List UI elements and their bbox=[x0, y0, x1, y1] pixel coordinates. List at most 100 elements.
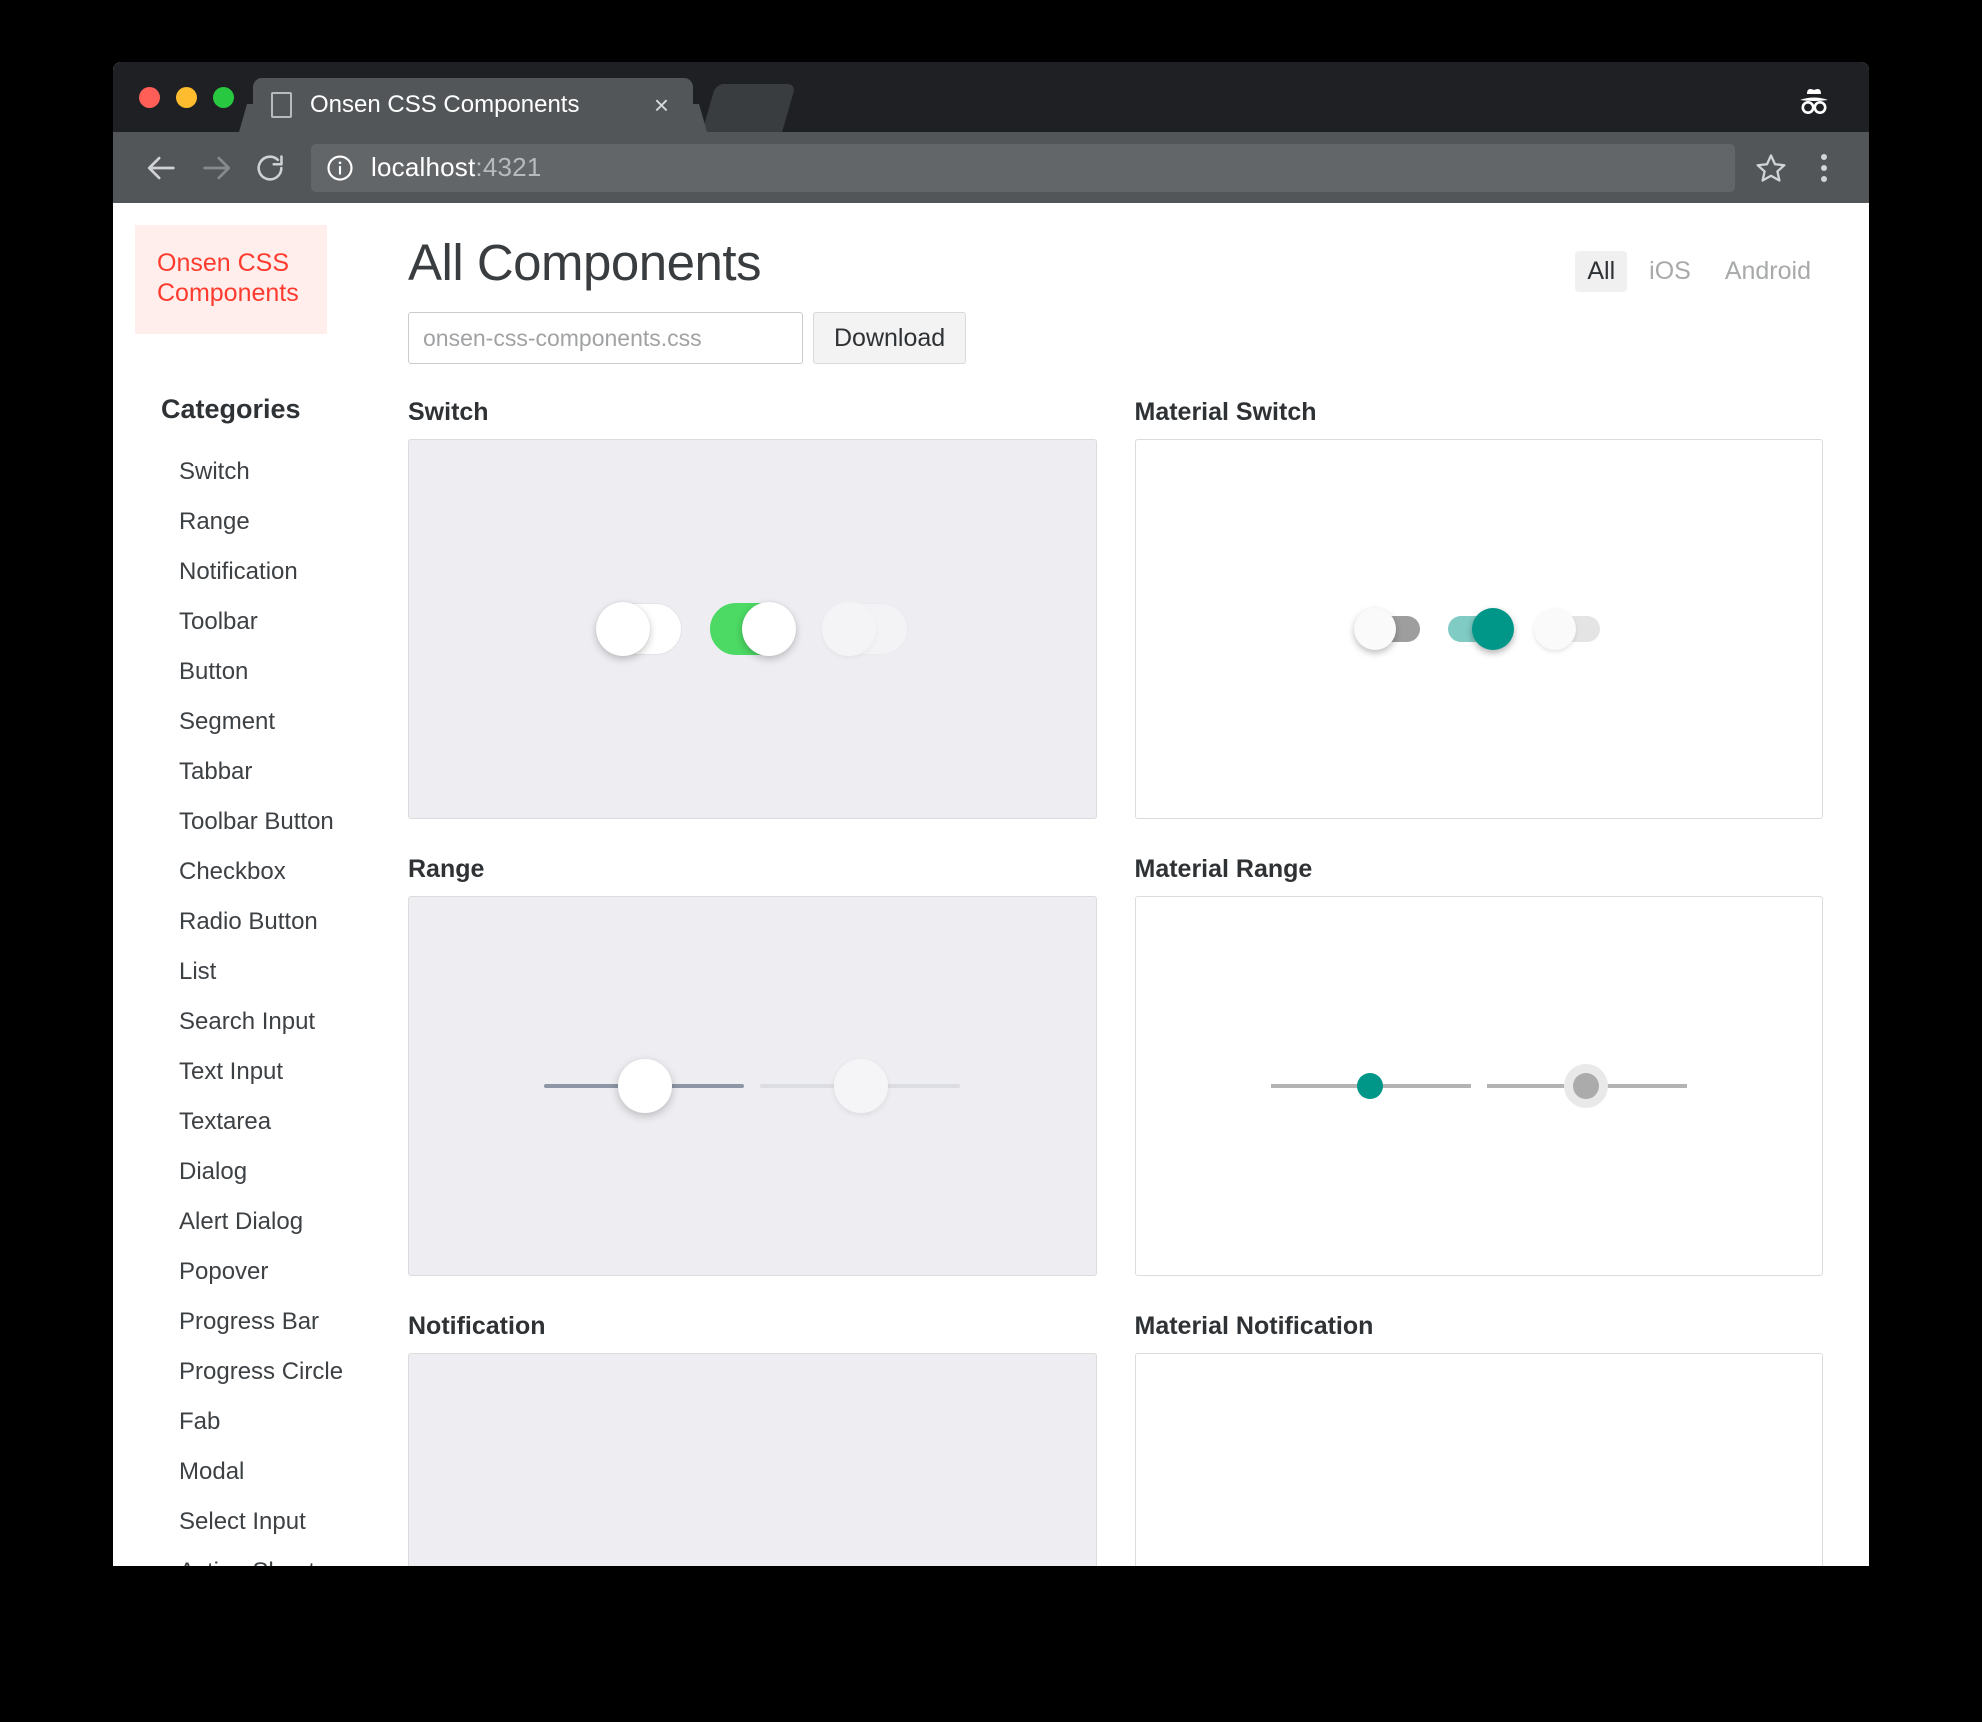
sidebar-item-segment[interactable]: Segment bbox=[135, 697, 368, 747]
sidebar-item-list[interactable]: List bbox=[135, 947, 368, 997]
sidebar-item-search-input[interactable]: Search Input bbox=[135, 997, 368, 1047]
tab-strip: Onsen CSS Components × bbox=[113, 62, 1869, 132]
tab-ios[interactable]: iOS bbox=[1637, 251, 1703, 292]
sidebar-item-range[interactable]: Range bbox=[135, 497, 368, 547]
switch-thumb bbox=[1353, 608, 1396, 650]
platform-filter-tabs: All iOS Android bbox=[1575, 251, 1823, 292]
range-thumb bbox=[1572, 1073, 1599, 1099]
close-window-button[interactable] bbox=[139, 87, 160, 108]
sidebar-item-fab[interactable]: Fab bbox=[135, 1397, 368, 1447]
address-bar[interactable]: localhost:4321 bbox=[311, 143, 1735, 192]
sidebar-item-checkbox[interactable]: Checkbox bbox=[135, 847, 368, 897]
sidebar-item-switch[interactable]: Switch bbox=[135, 447, 368, 497]
document-icon bbox=[271, 92, 292, 118]
material-range-slider-disabled bbox=[1486, 1068, 1687, 1104]
download-button[interactable]: Download bbox=[813, 312, 967, 364]
demo-box-range bbox=[408, 896, 1097, 1276]
sidebar: Onsen CSS Components Categories Switch R… bbox=[113, 203, 368, 1566]
component-grid: Switch Material Switch Range Material Ra… bbox=[408, 398, 1823, 1566]
range-thumb[interactable] bbox=[1356, 1073, 1383, 1099]
browser-toolbar: localhost:4321 bbox=[113, 132, 1869, 203]
material-switch-off[interactable] bbox=[1353, 608, 1420, 650]
download-row: Download bbox=[408, 312, 1823, 364]
close-icon[interactable]: × bbox=[648, 92, 675, 118]
section-material-switch: Material Switch bbox=[1134, 398, 1823, 849]
sidebar-item-progress-bar[interactable]: Progress Bar bbox=[135, 1297, 368, 1347]
site-info-icon[interactable] bbox=[325, 153, 355, 183]
sidebar-item-notification[interactable]: Notification bbox=[135, 547, 368, 597]
section-label-material-notification: Material Notification bbox=[1134, 1312, 1374, 1340]
section-label-range: Range bbox=[408, 855, 485, 883]
section-material-notification: Material Notification bbox=[1134, 1312, 1823, 1566]
sidebar-item-button[interactable]: Button bbox=[135, 647, 368, 697]
sidebar-item-dialog[interactable]: Dialog bbox=[135, 1147, 368, 1197]
maximize-window-button[interactable] bbox=[213, 87, 234, 108]
sidebar-item-alert-dialog[interactable]: Alert Dialog bbox=[135, 1197, 368, 1247]
menu-dot bbox=[1821, 164, 1827, 171]
ios-range-slider[interactable] bbox=[544, 1059, 745, 1113]
demo-box-material-range bbox=[1134, 896, 1823, 1276]
section-label-material-switch: Material Switch bbox=[1134, 398, 1317, 426]
minimize-window-button[interactable] bbox=[176, 87, 197, 108]
browser-window: Onsen CSS Components × localhost:4321 On… bbox=[113, 62, 1869, 1566]
section-label-notification: Notification bbox=[408, 1312, 546, 1340]
demo-box-switch bbox=[408, 439, 1097, 819]
new-tab-area[interactable] bbox=[702, 84, 796, 132]
address-bar-url: localhost:4321 bbox=[371, 152, 542, 183]
ios-switch-on[interactable] bbox=[709, 602, 796, 656]
demo-box-notification bbox=[408, 1353, 1097, 1566]
tab-android[interactable]: Android bbox=[1713, 251, 1823, 292]
forward-arrow-icon[interactable] bbox=[189, 141, 243, 195]
sidebar-item-radio-button[interactable]: Radio Button bbox=[135, 897, 368, 947]
sidebar-item-modal[interactable]: Modal bbox=[135, 1447, 368, 1497]
window-controls bbox=[139, 87, 234, 108]
switch-thumb bbox=[595, 602, 650, 656]
section-range: Range bbox=[408, 855, 1097, 1306]
range-thumb[interactable] bbox=[618, 1059, 673, 1113]
section-label-switch: Switch bbox=[408, 398, 489, 426]
ios-switch-off[interactable] bbox=[595, 602, 682, 656]
browser-tab-title: Onsen CSS Components bbox=[310, 91, 580, 118]
material-range-slider[interactable] bbox=[1270, 1068, 1471, 1104]
star-icon[interactable] bbox=[1745, 144, 1797, 192]
sidebar-item-select-input[interactable]: Select Input bbox=[135, 1497, 368, 1547]
sidebar-item-toolbar-button[interactable]: Toolbar Button bbox=[135, 797, 368, 847]
url-host: localhost bbox=[371, 152, 476, 182]
browser-tab[interactable]: Onsen CSS Components × bbox=[253, 78, 693, 132]
url-port: :4321 bbox=[475, 152, 542, 182]
material-switch-on[interactable] bbox=[1447, 608, 1514, 650]
tab-all[interactable]: All bbox=[1575, 251, 1628, 292]
section-material-range: Material Range bbox=[1134, 855, 1823, 1306]
site-brand[interactable]: Onsen CSS Components bbox=[135, 225, 327, 334]
menu-dot bbox=[1821, 175, 1827, 182]
switch-thumb bbox=[1471, 608, 1514, 650]
switch-thumb bbox=[821, 602, 876, 656]
section-label-material-range: Material Range bbox=[1134, 855, 1313, 883]
sidebar-item-toolbar[interactable]: Toolbar bbox=[135, 597, 368, 647]
sidebar-item-progress-circle[interactable]: Progress Circle bbox=[135, 1347, 368, 1397]
incognito-icon bbox=[1791, 78, 1837, 124]
sidebar-item-popover[interactable]: Popover bbox=[135, 1247, 368, 1297]
section-switch: Switch bbox=[408, 398, 1097, 849]
menu-dot bbox=[1821, 153, 1827, 160]
ios-switch-disabled bbox=[821, 602, 908, 656]
sidebar-item-textarea[interactable]: Textarea bbox=[135, 1097, 368, 1147]
switch-thumb bbox=[1533, 608, 1576, 650]
category-list: Switch Range Notification Toolbar Button… bbox=[135, 447, 368, 1566]
css-filename-input[interactable] bbox=[408, 312, 803, 364]
demo-box-material-switch bbox=[1134, 439, 1823, 819]
categories-heading: Categories bbox=[161, 394, 301, 424]
page-content: Onsen CSS Components Categories Switch R… bbox=[113, 203, 1869, 1566]
sidebar-item-text-input[interactable]: Text Input bbox=[135, 1047, 368, 1097]
range-thumb bbox=[834, 1059, 889, 1113]
switch-thumb bbox=[741, 602, 796, 656]
main-content: All Components All iOS Android Download … bbox=[368, 203, 1869, 1566]
main-header: All Components All iOS Android bbox=[408, 233, 1823, 292]
back-arrow-icon[interactable] bbox=[135, 141, 189, 195]
section-notification: Notification bbox=[408, 1312, 1097, 1566]
kebab-menu-icon[interactable] bbox=[1801, 144, 1847, 192]
sidebar-item-tabbar[interactable]: Tabbar bbox=[135, 747, 368, 797]
sidebar-item-action-sheet[interactable]: Action Sheet bbox=[135, 1547, 368, 1566]
reload-icon[interactable] bbox=[243, 141, 297, 195]
material-switch-disabled bbox=[1533, 608, 1600, 650]
